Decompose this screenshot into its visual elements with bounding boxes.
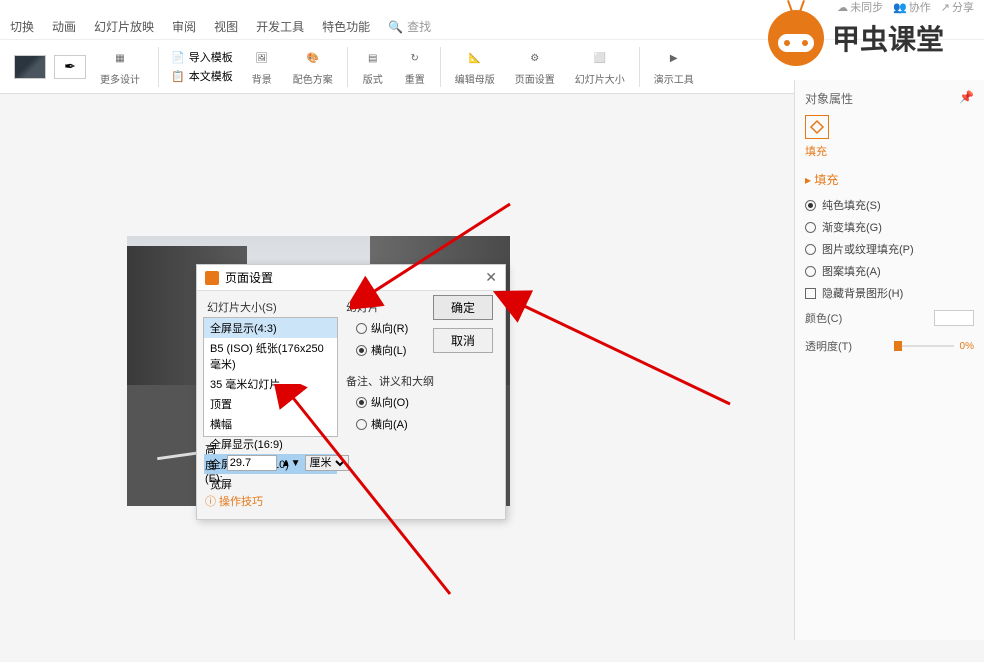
cancel-button[interactable]: 取消: [433, 328, 493, 353]
orientation-notes-title: 备注、讲义和大纲: [346, 371, 499, 391]
opacity-slider[interactable]: [894, 345, 954, 347]
edit-master-button[interactable]: 📐 编辑母版: [449, 45, 501, 88]
palette-icon: 🎨: [302, 47, 324, 69]
color-scheme-button[interactable]: 🎨 配色方案: [287, 45, 339, 88]
pin-icon[interactable]: 📌: [959, 90, 974, 107]
size-option-overhead[interactable]: 顶置: [204, 394, 337, 414]
dialog-icon: [205, 271, 219, 285]
fill-tab-icon[interactable]: [805, 115, 829, 139]
tips-link[interactable]: ⓘ 操作技巧: [203, 489, 338, 513]
format-button[interactable]: ▤ 版式: [356, 45, 390, 88]
layout-icon: ▤: [362, 47, 384, 69]
fill-gradient-radio[interactable]: 渐变填充(G): [805, 216, 974, 238]
fill-pattern-radio[interactable]: 图案填充(A): [805, 260, 974, 282]
size-option-4-3[interactable]: 全屏显示(4:3): [204, 318, 337, 338]
fill-tab-label: 填充: [805, 143, 974, 159]
size-option-35mm[interactable]: 35 毫米幻灯片: [204, 374, 337, 394]
brand-text: 甲虫课堂: [832, 18, 944, 58]
opacity-label: 透明度(T): [805, 338, 852, 354]
opacity-value: 0%: [960, 341, 974, 352]
import-template-button[interactable]: 📄导入模板: [167, 48, 237, 66]
slide-size-button[interactable]: ⬜ 幻灯片大小: [569, 45, 631, 88]
orient-notes-portrait-radio[interactable]: 纵向(O): [346, 391, 499, 413]
panel-title-text: 对象属性: [805, 90, 853, 107]
grid-icon: ▦: [109, 47, 131, 69]
page-setup-dialog: 页面设置 ✕ 幻灯片大小(S) 全屏显示(4:3) B5 (ISO) 纸张(17…: [196, 264, 506, 520]
menu-view[interactable]: 视图: [214, 18, 238, 35]
brand-logo: 甲虫课堂: [768, 10, 944, 66]
present-icon: ▶: [663, 47, 685, 69]
menu-animation[interactable]: 动画: [52, 18, 76, 35]
thumbnail-2[interactable]: ✒: [54, 55, 86, 79]
this-template-button[interactable]: 📋本文模板: [167, 67, 237, 85]
color-label: 颜色(C): [805, 310, 842, 326]
size-label: 幻灯片大小(S): [203, 297, 338, 317]
properties-panel: 对象属性 📌 填充 ▸ 填充 纯色填充(S) 渐变填充(G) 图片或纹理填充(P…: [794, 80, 984, 640]
more-design-button[interactable]: ▦ 更多设计: [94, 45, 146, 88]
template-icon: 📋: [171, 70, 185, 83]
menu-switch[interactable]: 切换: [10, 18, 34, 35]
share-button[interactable]: ↗ 分享: [941, 0, 974, 15]
fill-section-title: ▸ 填充: [805, 171, 974, 188]
page-setup-icon: ⚙: [524, 47, 546, 69]
menu-special[interactable]: 特色功能: [322, 18, 370, 35]
hide-bg-checkbox[interactable]: 隐藏背景图形(H): [805, 282, 974, 304]
master-icon: 📐: [464, 47, 486, 69]
present-tools-button[interactable]: ▶ 演示工具: [648, 45, 700, 88]
divider: [158, 47, 159, 87]
color-picker[interactable]: [934, 310, 974, 326]
height-label: 高度(E):: [205, 441, 223, 485]
background-button[interactable]: 🖼 背景: [245, 45, 279, 88]
menu-review[interactable]: 审阅: [172, 18, 196, 35]
size-dropdown-list[interactable]: 全屏显示(4:3) B5 (ISO) 纸张(176x250 毫米) 35 毫米幻…: [203, 317, 338, 437]
height-input[interactable]: [227, 455, 277, 471]
orient-notes-landscape-radio[interactable]: 横向(A): [346, 413, 499, 435]
size-option-banner[interactable]: 横幅: [204, 414, 337, 434]
divider: [639, 47, 640, 87]
size-icon: ⬜: [589, 47, 611, 69]
menu-slideshow[interactable]: 幻灯片放映: [94, 18, 154, 35]
divider: [440, 47, 441, 87]
info-icon: ⓘ: [205, 493, 216, 509]
dialog-title-text: 页面设置: [225, 269, 273, 286]
divider: [347, 47, 348, 87]
dialog-close-button[interactable]: ✕: [485, 269, 497, 286]
background-icon: 🖼: [251, 47, 273, 69]
fill-texture-radio[interactable]: 图片或纹理填充(P): [805, 238, 974, 260]
search-box[interactable]: 🔍 查找: [388, 18, 431, 35]
import-icon: 📄: [171, 51, 185, 64]
thumbnail-strip: ✒ ▦ 更多设计: [10, 41, 150, 92]
size-option-b5[interactable]: B5 (ISO) 纸张(176x250 毫米): [204, 338, 337, 374]
ok-button[interactable]: 确定: [433, 295, 493, 320]
fill-solid-radio[interactable]: 纯色填充(S): [805, 194, 974, 216]
menu-dev[interactable]: 开发工具: [256, 18, 304, 35]
reset-button[interactable]: ↻ 重置: [398, 45, 432, 88]
reset-icon: ↻: [404, 47, 426, 69]
height-unit-select[interactable]: 厘米: [305, 455, 349, 471]
page-setup-button[interactable]: ⚙ 页面设置: [509, 45, 561, 88]
thumbnail-1[interactable]: [14, 55, 46, 79]
